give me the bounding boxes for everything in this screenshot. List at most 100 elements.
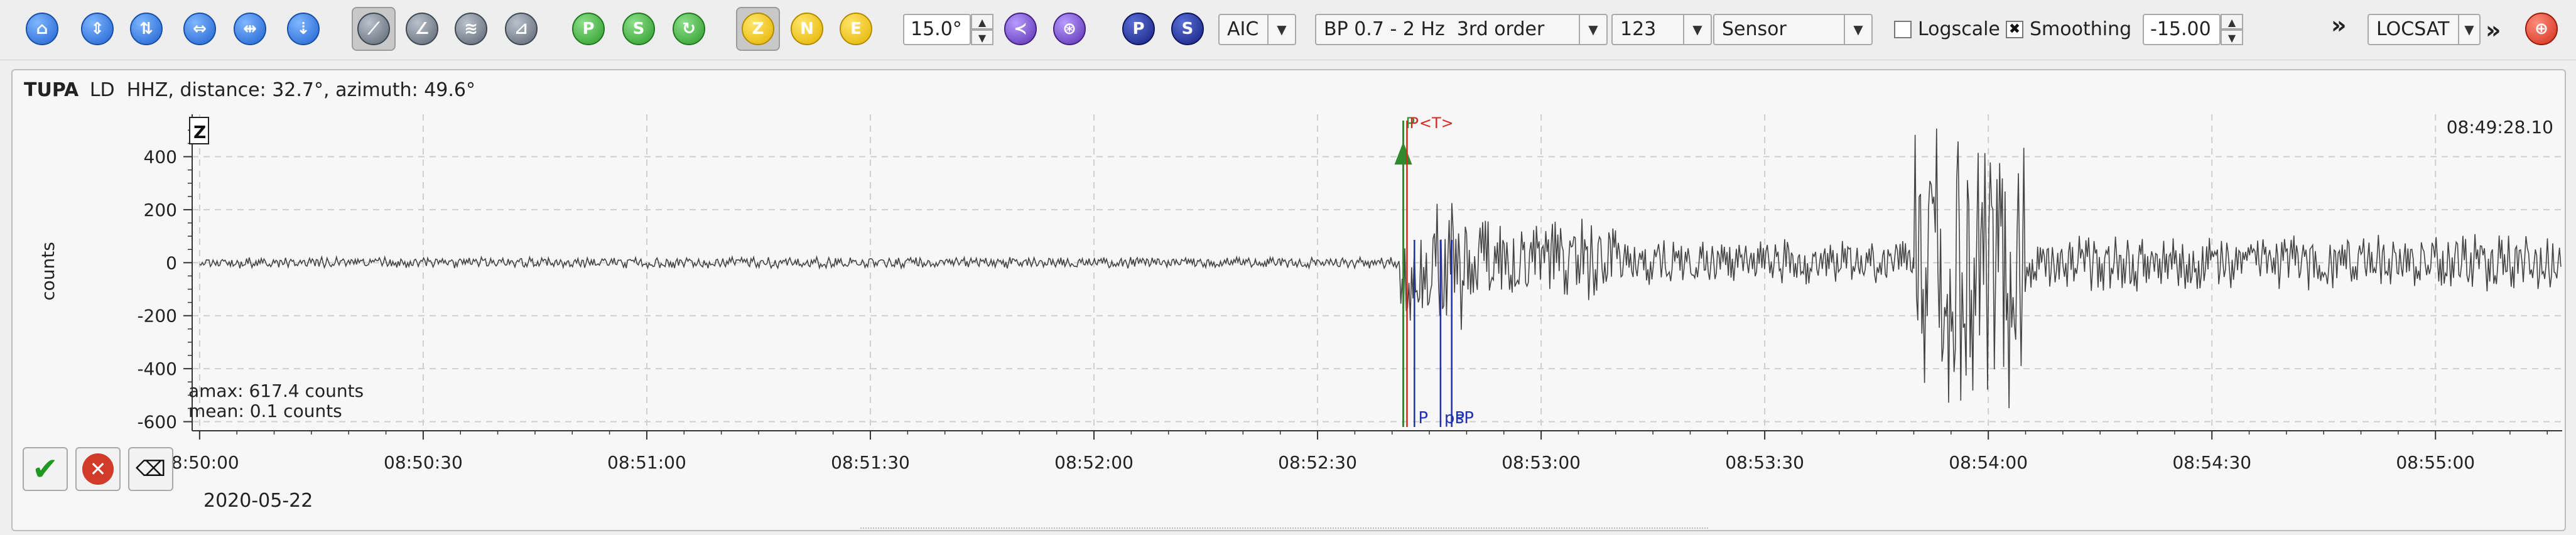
- y-tick-label: -600: [137, 412, 177, 433]
- accept-button[interactable]: ✔: [23, 447, 68, 491]
- home-button[interactable]: ⌂: [20, 7, 64, 51]
- chevron-down-icon: ▼: [1579, 15, 1606, 44]
- amplitude-tool-button[interactable]: ⊿: [499, 7, 543, 51]
- checkbox-checked-icon: ✖: [2006, 21, 2023, 38]
- s-pick-icon: S: [1171, 13, 1204, 45]
- scroll-down-button[interactable]: ⇅: [124, 7, 168, 51]
- pick-label-theoretical: P: [1409, 114, 1418, 132]
- mean-label: mean: 0.1 counts: [188, 401, 342, 421]
- chevron-down-icon: ▼: [1683, 15, 1711, 44]
- pick-p-button[interactable]: P: [566, 7, 610, 51]
- target-icon: ⊕: [2525, 13, 2558, 45]
- pick-arrow-icon: [1394, 142, 1412, 165]
- distance-up-button[interactable]: ▲: [971, 14, 993, 30]
- pick-s-button[interactable]: S: [617, 7, 661, 51]
- compress-vertical-icon: ⇣: [287, 13, 320, 45]
- toolbar: ⌂ ⇕ ⇅ ⇔ ⇹ ⇣ ⟋ ∠ ≋ ⊿ P S ↻ Z N E 15.0° ▲ …: [0, 0, 2576, 60]
- angle-icon: ∠: [406, 13, 438, 45]
- offset-down-button[interactable]: ▼: [2221, 30, 2243, 45]
- start-time-label: 08:49:28.10: [2447, 117, 2553, 138]
- x-tick-label: 08:52:00: [1054, 452, 1134, 473]
- amax-label: amax: 617.4 counts: [188, 381, 364, 401]
- expand-horizontal-icon: ⇹: [234, 13, 266, 45]
- picker-method-select[interactable]: AIC ▼: [1218, 14, 1296, 45]
- x-tick-label: 08:54:00: [1949, 452, 2028, 473]
- locator-value: LOCSAT: [2376, 18, 2450, 40]
- x-tick-label: 08:50:30: [384, 452, 463, 473]
- picker-method-value: AIC: [1227, 18, 1259, 40]
- chevrons-up-icon: ⇕: [81, 13, 114, 45]
- distance-down-button[interactable]: ▼: [971, 30, 993, 45]
- trace-panel: TUPA LD HHZ, distance: 32.7°, azimuth: 4…: [11, 69, 2566, 531]
- logscale-checkbox[interactable]: Logscale: [1894, 14, 2000, 45]
- splitter-handle[interactable]: [860, 527, 1708, 531]
- chevron-down-icon: ▼: [1267, 15, 1295, 44]
- refresh-icon: ↻: [673, 13, 705, 45]
- seismogram-plot[interactable]: 4002000-200-400-600 08:50:00 08:50:30 08:5…: [13, 70, 2567, 532]
- y-tick-label: -400: [137, 359, 177, 379]
- unit-mode-select[interactable]: Sensor ▼: [1713, 14, 1873, 45]
- locate-button[interactable]: ⊕: [2519, 7, 2563, 51]
- component-e-icon: E: [840, 13, 872, 45]
- p-phase-icon: P: [572, 13, 605, 45]
- x-axis: 08:50:00 08:50:30 08:51:00 08:51:30 08:52:00…: [160, 430, 2562, 473]
- waveform-line: [199, 128, 2562, 409]
- delete-icon: ⌫: [135, 457, 166, 482]
- pick-label-theoretical: <T>: [1419, 114, 1454, 132]
- align-button[interactable]: ≺: [998, 7, 1042, 51]
- sort-button[interactable]: ⊛: [1047, 7, 1091, 51]
- waveform: [199, 128, 2562, 409]
- unit-mode-value: Sensor: [1722, 18, 1787, 40]
- date-label: 2020-05-22: [203, 490, 313, 512]
- align-icon: ≺: [1004, 13, 1037, 45]
- scroll-up-button[interactable]: ⇕: [75, 7, 119, 51]
- x-tick-label: 08:51:30: [831, 452, 910, 473]
- x-tick-label: 08:53:30: [1725, 452, 1804, 473]
- s-phase-icon: S: [622, 13, 655, 45]
- x-tick-label: 08:54:30: [2172, 452, 2251, 473]
- spectrum-tool-button[interactable]: ≋: [449, 7, 493, 51]
- distance-filter-input[interactable]: 15.0°: [903, 14, 971, 45]
- spectrum-icon: ≋: [455, 13, 487, 45]
- scroll-left-button[interactable]: ⇔: [178, 7, 222, 51]
- smoothing-checkbox[interactable]: ✖ Smoothing: [2006, 14, 2131, 45]
- toolbar-overflow-button-2[interactable]: »: [2486, 16, 2501, 44]
- amplitude-offset-input[interactable]: -15.00: [2143, 14, 2221, 45]
- component-group-value: 123: [1620, 18, 1657, 40]
- chevrons-down-icon: ⇅: [130, 13, 163, 45]
- chevron-down-icon: ▼: [2458, 15, 2479, 44]
- measure-tool-button[interactable]: ∠: [400, 7, 444, 51]
- component-n-button[interactable]: N: [785, 7, 829, 51]
- logscale-label: Logscale: [1918, 18, 2000, 40]
- offset-up-button[interactable]: ▲: [2221, 14, 2243, 30]
- toolbar-overflow-button[interactable]: »: [2331, 11, 2347, 39]
- smoothing-label: Smoothing: [2030, 18, 2132, 40]
- x-tick-label: 08:53:00: [1502, 452, 1581, 473]
- checkmark-icon: ✔: [32, 451, 58, 487]
- pick-label-automatic: sP: [1456, 409, 1474, 428]
- reject-button[interactable]: ✕: [75, 447, 121, 491]
- close-icon: ✕: [82, 453, 114, 485]
- compress-vertical-button[interactable]: ⇣: [281, 7, 325, 51]
- pick-tool-button[interactable]: ⟋: [352, 7, 396, 51]
- pick-label-automatic: P: [1418, 409, 1428, 428]
- auto-pick-s-button[interactable]: S: [1166, 7, 1210, 51]
- plot-grid: [192, 114, 2562, 427]
- y-axis: 400 200 0 -200 -400 -600: [137, 114, 193, 433]
- component-group-select[interactable]: 123 ▼: [1611, 14, 1712, 45]
- filter-select[interactable]: BP 0.7 - 2 Hz 3rd order ▼: [1315, 14, 1608, 45]
- component-z-button[interactable]: Z: [736, 7, 780, 51]
- x-tick-label: 08:52:30: [1278, 452, 1357, 473]
- auto-pick-p-button[interactable]: P: [1117, 7, 1161, 51]
- component-tag: Z: [193, 122, 206, 143]
- relocate-button[interactable]: ↻: [667, 7, 711, 51]
- delete-pick-button[interactable]: ⌫: [128, 447, 173, 491]
- y-tick-label: -200: [137, 306, 177, 327]
- locator-select[interactable]: LOCSAT ▼: [2368, 14, 2481, 45]
- filter-value: BP 0.7 - 2 Hz 3rd order: [1324, 18, 1545, 40]
- expand-horizontal-button[interactable]: ⇹: [228, 7, 272, 51]
- y-tick-label: 200: [144, 200, 177, 220]
- y-tick-label: 400: [144, 147, 177, 168]
- amplitude-icon: ⊿: [505, 13, 538, 45]
- component-e-button[interactable]: E: [834, 7, 878, 51]
